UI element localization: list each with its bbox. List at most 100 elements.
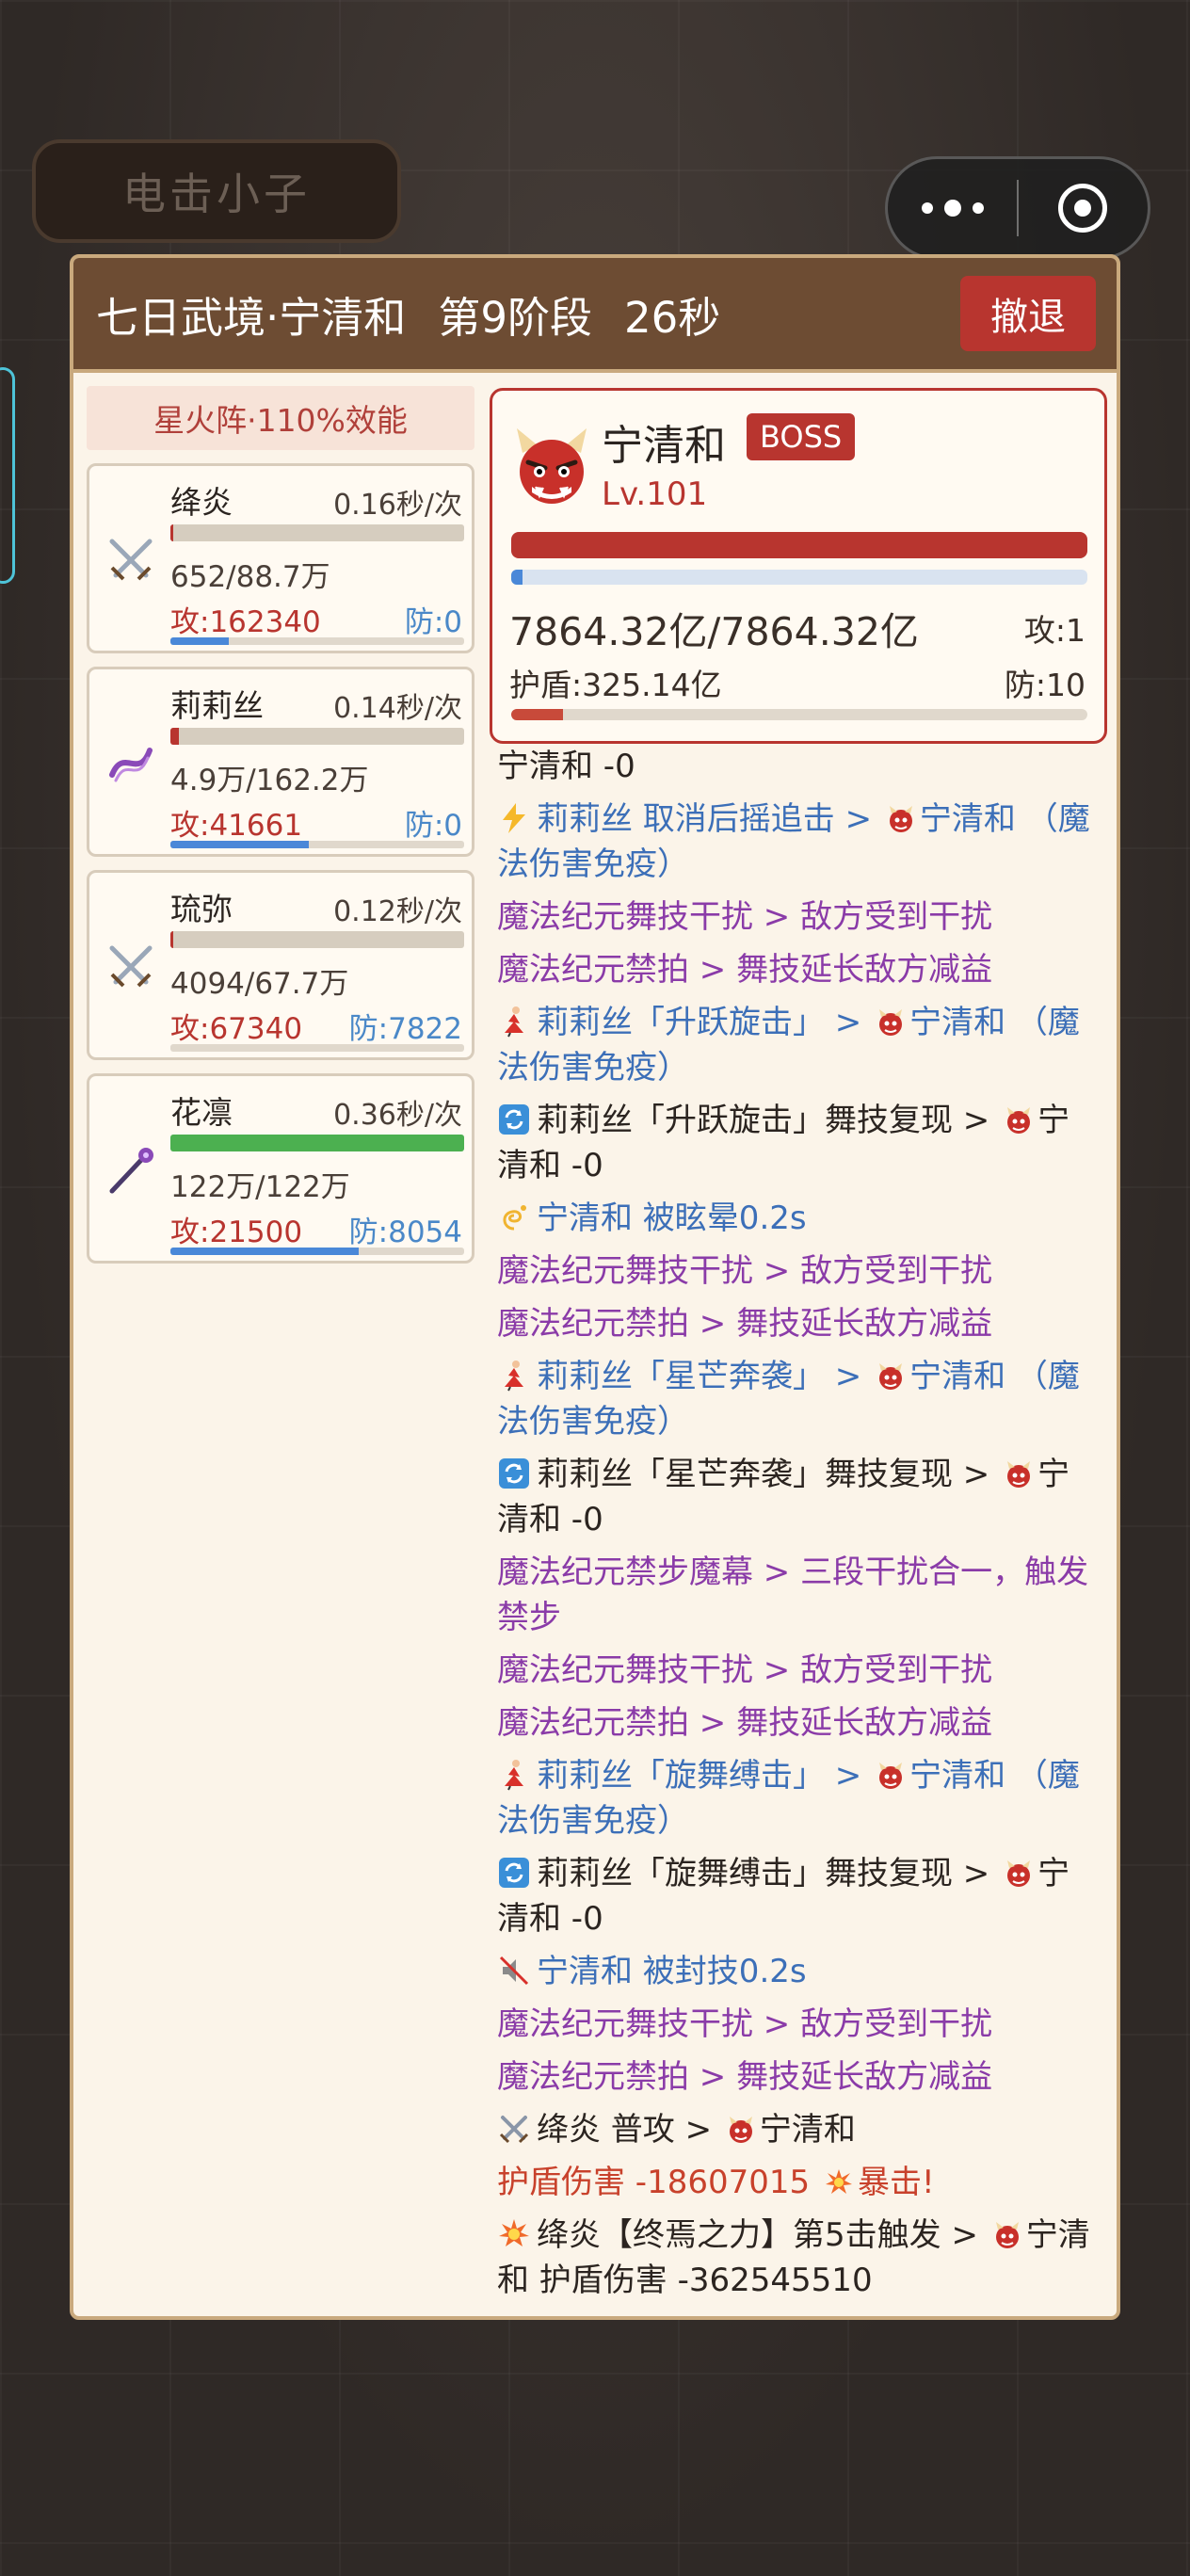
formation-label: 星火阵·110%效能 [87,386,474,450]
staff-icon [109,1148,153,1194]
hero-column: 星火阵·110%效能 绛炎 0.16秒/次 652/88.7万 攻:162340… [87,386,474,1264]
log-line: 魔法纪元舞技干扰 > 敌方受到干扰 [497,898,993,936]
dialog-header: 七日武境·宁清和 第9阶段 26秒 撤退 [73,258,1117,373]
log-line: 宁清和 -0 [497,748,635,785]
repeat-icon [499,1458,529,1489]
hero-hp: 122万/122万 [170,1170,350,1204]
boss-hp-bar [511,532,1087,558]
crossed-swords-icon [109,945,153,988]
hero-energy-bar [170,637,464,645]
repeat-icon [499,1858,529,1888]
oni-mask-icon [879,1009,903,1036]
log-line: 莉莉丝「升跃旋击」舞技复现 > 宁清和 -0 [497,1102,1070,1184]
hero-defense: 防:8054 [348,1216,462,1249]
hero-hp: 4.9万/162.2万 [170,764,369,797]
timer-label: 26秒 [623,292,721,343]
hero-card[interactable]: 绛炎 0.16秒/次 652/88.7万 攻:162340 防:0 [87,463,474,653]
battle-dialog: 七日武境·宁清和 第9阶段 26秒 撤退 星火阵·110%效能 绛炎 0.16秒/次… [70,254,1120,2320]
hero-hp-bar [170,931,464,948]
repeat-icon [499,1104,529,1135]
hero-card[interactable]: 琉弥 0.12秒/次 4094/67.7万 攻:67340 防:7822 [87,870,474,1060]
dizzy-icon [503,1205,526,1231]
oni-mask-icon [729,2117,752,2143]
log-line: 绛炎 普攻 > 宁清和 [497,2107,1098,2152]
miniprogram-capsule [885,156,1150,260]
boss-name: 宁清和 [602,422,726,470]
hero-speed: 0.36秒/次 [333,1099,462,1132]
log-line: 宁清和 被眩晕0.2s [497,1196,1098,1241]
hero-attack: 攻:21500 [170,1216,303,1249]
hero-energy-bar [170,841,464,848]
log-line: 宁清和 被封技0.2s [497,1949,1098,1994]
log-line: 魔法纪元禁拍 > 舞技延长敌方减益 [497,2058,993,2096]
boss-shield: 护盾:325.14亿 [509,667,722,703]
hero-energy-bar [170,1044,464,1052]
hero-speed: 0.12秒/次 [333,895,462,928]
boss-level: Lv.101 [602,475,708,513]
log-line: 莉莉丝「旋舞缚击」舞技复现 > 宁清和 -0 [497,1855,1070,1938]
hero-hp: 4094/67.7万 [170,967,349,1001]
hero-hp-bar [170,728,464,745]
log-line: 魔法纪元舞技干扰 > 敌方受到干扰 [497,1252,993,1290]
hero-defense: 防:0 [404,809,462,843]
boss-card[interactable]: 宁清和 BOSS Lv.101 7864.32亿/7864.32亿 攻:1 护盾… [490,388,1107,744]
boss-defense: 防:10 [1004,667,1085,703]
hero-attack: 攻:41661 [170,809,303,843]
hero-energy-bar [170,1248,464,1255]
log-line: 莉莉丝 取消后摇追击 > 宁清和 （魔法伤害免疫） [497,800,1090,883]
log-line: 魔法纪元舞技干扰 > 敌方受到干扰 [497,2005,993,2043]
hero-name: 琉弥 [170,891,233,927]
hero-hp-bar [170,1135,464,1151]
boss-shield-bar [511,709,1087,720]
dancer-icon [505,1006,523,1038]
log-line: 魔法纪元禁拍 > 舞技延长敌方减益 [497,1305,993,1343]
log-line: 魔法纪元舞技干扰 > 敌方受到干扰 [497,1651,993,1689]
log-line: 莉莉丝「升跃旋击」 > 宁清和 （魔法伤害免疫） [497,1004,1080,1087]
boss-badge: BOSS [747,413,856,460]
retreat-button[interactable]: 撤退 [960,276,1096,351]
oni-mask-icon [1007,1461,1031,1488]
hero-speed: 0.16秒/次 [333,489,462,522]
log-line: 魔法纪元禁拍 > 舞技延长敌方减益 [497,951,993,989]
stage-label: 第9阶段 [438,292,592,343]
hero-card[interactable]: 花凛 0.36秒/次 122万/122万 攻:21500 防:8054 [87,1073,474,1264]
dialog-title: 七日武境·宁清和 第9阶段 26秒 [96,283,960,345]
hero-card[interactable]: 莉莉丝 0.14秒/次 4.9万/162.2万 攻:41661 防:0 [87,667,474,857]
oni-mask-icon [1007,1107,1031,1134]
battle-log[interactable]: 宁清和 -0 莉莉丝 取消后摇追击 > 宁清和 （魔法伤害免疫） 魔法纪元舞技干… [490,744,1107,2307]
oni-mask-icon [1007,1860,1031,1887]
more-icon[interactable] [888,200,1017,217]
explosion-icon [825,2169,852,2194]
boss-attack: 攻:1 [1023,612,1085,649]
oni-mask-icon [879,1763,903,1789]
log-line: 护盾伤害 -18607015 暴击! [497,2164,935,2201]
crossed-swords-icon [499,2116,529,2144]
oni-mask-icon [517,428,587,504]
dancer-icon [505,1360,523,1392]
explosion-icon [499,2219,529,2246]
ribbon-icon [109,748,153,782]
boss-hp: 7864.32亿/7864.32亿 [509,609,919,654]
close-target-icon[interactable] [1019,184,1148,233]
log-line: 莉莉丝「星芒奔袭」舞技复现 > 宁清和 -0 [497,1456,1070,1538]
log-line: 魔法纪元禁步魔幕 > 三段干扰合一，触发禁步 [497,1554,1089,1636]
hero-name: 绛炎 [170,484,233,521]
log-line: 莉莉丝「星芒奔袭」 > 宁清和 （魔法伤害免疫） [497,1358,1080,1441]
oni-mask-icon [879,1363,903,1390]
log-line: 魔法纪元禁拍 > 舞技延长敌方减益 [497,1704,993,1742]
hero-hp-bar [170,524,464,541]
side-tab-edge[interactable] [0,367,15,584]
hero-defense: 防:0 [404,605,462,639]
hero-hp: 652/88.7万 [170,560,330,594]
log-line: 绛炎【终焉之力】第5击触发 > 宁清和 护盾伤害 -362545510 [497,2216,1090,2299]
hero-defense: 防:7822 [348,1012,462,1046]
oni-mask-icon [995,2222,1019,2248]
hero-attack: 攻:67340 [170,1012,303,1046]
hero-speed: 0.14秒/次 [333,692,462,725]
crossed-swords-icon [109,539,153,581]
dungeon-name: 七日武境·宁清和 [96,292,407,343]
hero-name: 莉莉丝 [170,687,264,724]
boss-energy-bar [511,570,1087,585]
oni-mask-icon [889,806,912,832]
mute-icon [499,1956,529,1986]
